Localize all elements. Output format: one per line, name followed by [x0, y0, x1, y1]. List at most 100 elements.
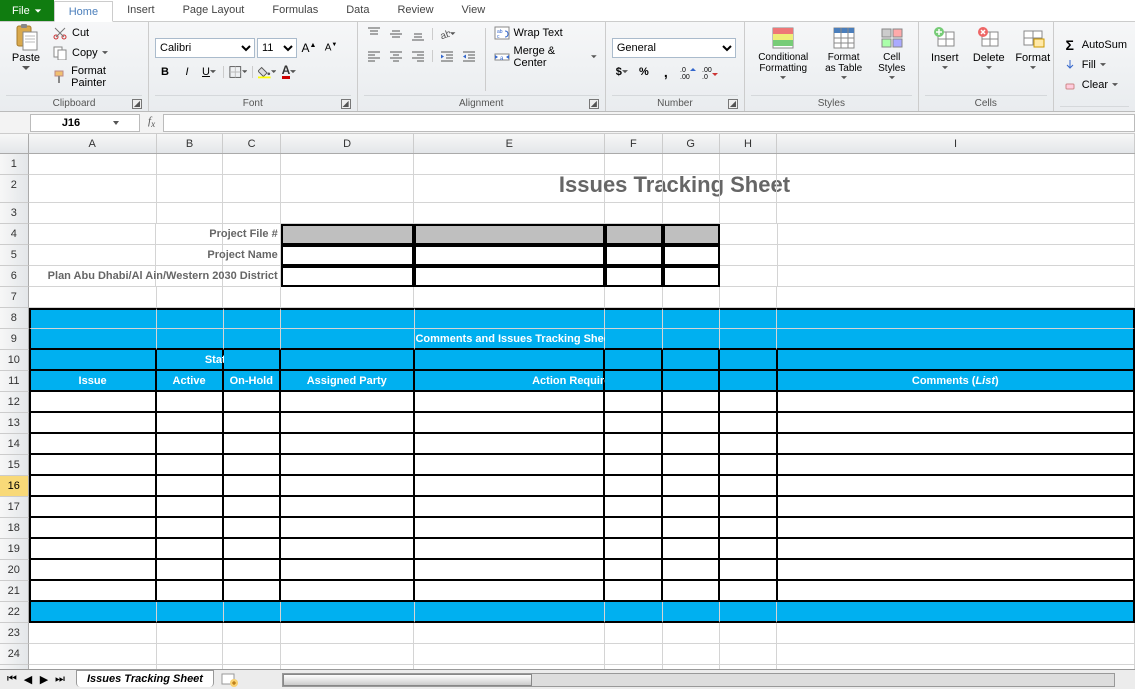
percent-button[interactable]: %	[634, 62, 654, 82]
cell[interactable]	[663, 518, 720, 539]
cell[interactable]	[778, 476, 1135, 497]
cell[interactable]	[720, 560, 777, 581]
cell[interactable]	[157, 203, 224, 224]
cell[interactable]	[29, 623, 157, 644]
cell[interactable]	[605, 308, 662, 329]
sheet-nav-prev[interactable]: ◀	[20, 672, 36, 688]
cell[interactable]	[29, 602, 157, 623]
cell[interactable]	[415, 413, 606, 434]
cell[interactable]	[157, 476, 224, 497]
row-header-15[interactable]: 15	[0, 455, 29, 476]
cell[interactable]	[414, 203, 605, 224]
cell[interactable]	[157, 560, 224, 581]
cell[interactable]	[720, 329, 777, 350]
cell[interactable]	[281, 476, 415, 497]
cell[interactable]	[605, 203, 662, 224]
cell[interactable]	[663, 413, 720, 434]
cell[interactable]	[281, 539, 415, 560]
cell[interactable]	[281, 266, 415, 287]
row-header-1[interactable]: 1	[0, 154, 29, 175]
row-header-17[interactable]: 17	[0, 497, 29, 518]
cell[interactable]	[663, 581, 720, 602]
cell[interactable]	[29, 154, 157, 175]
cell[interactable]	[224, 392, 281, 413]
cell[interactable]	[663, 560, 720, 581]
cell[interactable]	[224, 434, 281, 455]
cell[interactable]	[281, 455, 415, 476]
col-header-I[interactable]: I	[777, 134, 1135, 153]
cell[interactable]	[777, 203, 1135, 224]
row-header-2[interactable]: 2	[0, 175, 29, 203]
cell[interactable]	[720, 350, 777, 371]
cell[interactable]: Comments (List)	[778, 371, 1135, 392]
cell[interactable]: Project File #	[223, 224, 280, 245]
cell[interactable]	[663, 245, 721, 266]
merge-center-button[interactable]: aMerge & Center	[492, 44, 599, 70]
wrap-text-button[interactable]: abcWrap Text	[492, 24, 599, 42]
copy-button[interactable]: Copy	[50, 44, 142, 62]
cell[interactable]	[605, 371, 662, 392]
cell[interactable]	[281, 602, 415, 623]
cell[interactable]	[778, 497, 1135, 518]
row-header-18[interactable]: 18	[0, 518, 29, 539]
tab-view[interactable]: View	[448, 0, 500, 21]
cell[interactable]	[29, 455, 157, 476]
row-header-4[interactable]: 4	[0, 224, 29, 245]
cell[interactable]	[778, 266, 1135, 287]
cell[interactable]	[224, 497, 281, 518]
cell[interactable]: Project Name	[223, 245, 280, 266]
cell[interactable]: Assigned Party	[281, 371, 415, 392]
col-header-H[interactable]: H	[720, 134, 777, 153]
cell[interactable]	[223, 203, 280, 224]
cell[interactable]	[29, 560, 157, 581]
cell[interactable]	[415, 539, 606, 560]
align-right-button[interactable]	[408, 46, 428, 66]
currency-button[interactable]: $	[612, 62, 632, 82]
conditional-formatting-button[interactable]: Conditional Formatting	[751, 24, 816, 82]
cell[interactable]	[777, 329, 1135, 350]
row-header-16[interactable]: 16	[0, 476, 29, 497]
cell[interactable]	[720, 518, 777, 539]
cell[interactable]	[778, 455, 1135, 476]
chevron-down-icon[interactable]	[111, 118, 121, 128]
cell[interactable]	[663, 623, 720, 644]
cell[interactable]	[605, 434, 662, 455]
align-center-button[interactable]	[386, 46, 406, 66]
cell[interactable]	[605, 497, 662, 518]
cell[interactable]	[281, 497, 415, 518]
cell[interactable]	[224, 308, 281, 329]
cut-button[interactable]: Cut	[50, 24, 142, 42]
cell[interactable]	[29, 581, 157, 602]
cell[interactable]	[663, 287, 720, 308]
cell[interactable]: Issues Tracking Sheet	[414, 175, 605, 203]
tab-insert[interactable]: Insert	[113, 0, 169, 21]
cell[interactable]	[778, 413, 1135, 434]
cell[interactable]	[778, 539, 1135, 560]
cell[interactable]	[281, 434, 415, 455]
cell[interactable]	[157, 539, 224, 560]
row-header-22[interactable]: 22	[0, 602, 29, 623]
cell[interactable]	[415, 497, 606, 518]
cell[interactable]	[157, 434, 224, 455]
grow-font-button[interactable]: A▲	[299, 38, 319, 58]
cell[interactable]	[224, 581, 281, 602]
formula-input[interactable]	[163, 114, 1135, 132]
tab-home[interactable]: Home	[54, 1, 113, 22]
cell[interactable]	[281, 203, 415, 224]
cell[interactable]	[414, 644, 605, 665]
shrink-font-button[interactable]: A▼	[321, 38, 341, 58]
tab-formulas[interactable]: Formulas	[258, 0, 332, 21]
cell[interactable]	[29, 308, 157, 329]
cell[interactable]	[223, 287, 280, 308]
fill-color-button[interactable]	[257, 62, 277, 82]
cell[interactable]	[720, 476, 777, 497]
cell[interactable]	[720, 623, 777, 644]
cell[interactable]	[157, 329, 224, 350]
cell[interactable]	[605, 392, 662, 413]
cell[interactable]	[414, 287, 605, 308]
cell[interactable]	[605, 644, 662, 665]
sheet-nav-last[interactable]: ⏭	[52, 672, 68, 688]
borders-button[interactable]	[228, 62, 248, 82]
scrollbar-thumb[interactable]	[283, 674, 532, 686]
cell[interactable]	[157, 455, 224, 476]
